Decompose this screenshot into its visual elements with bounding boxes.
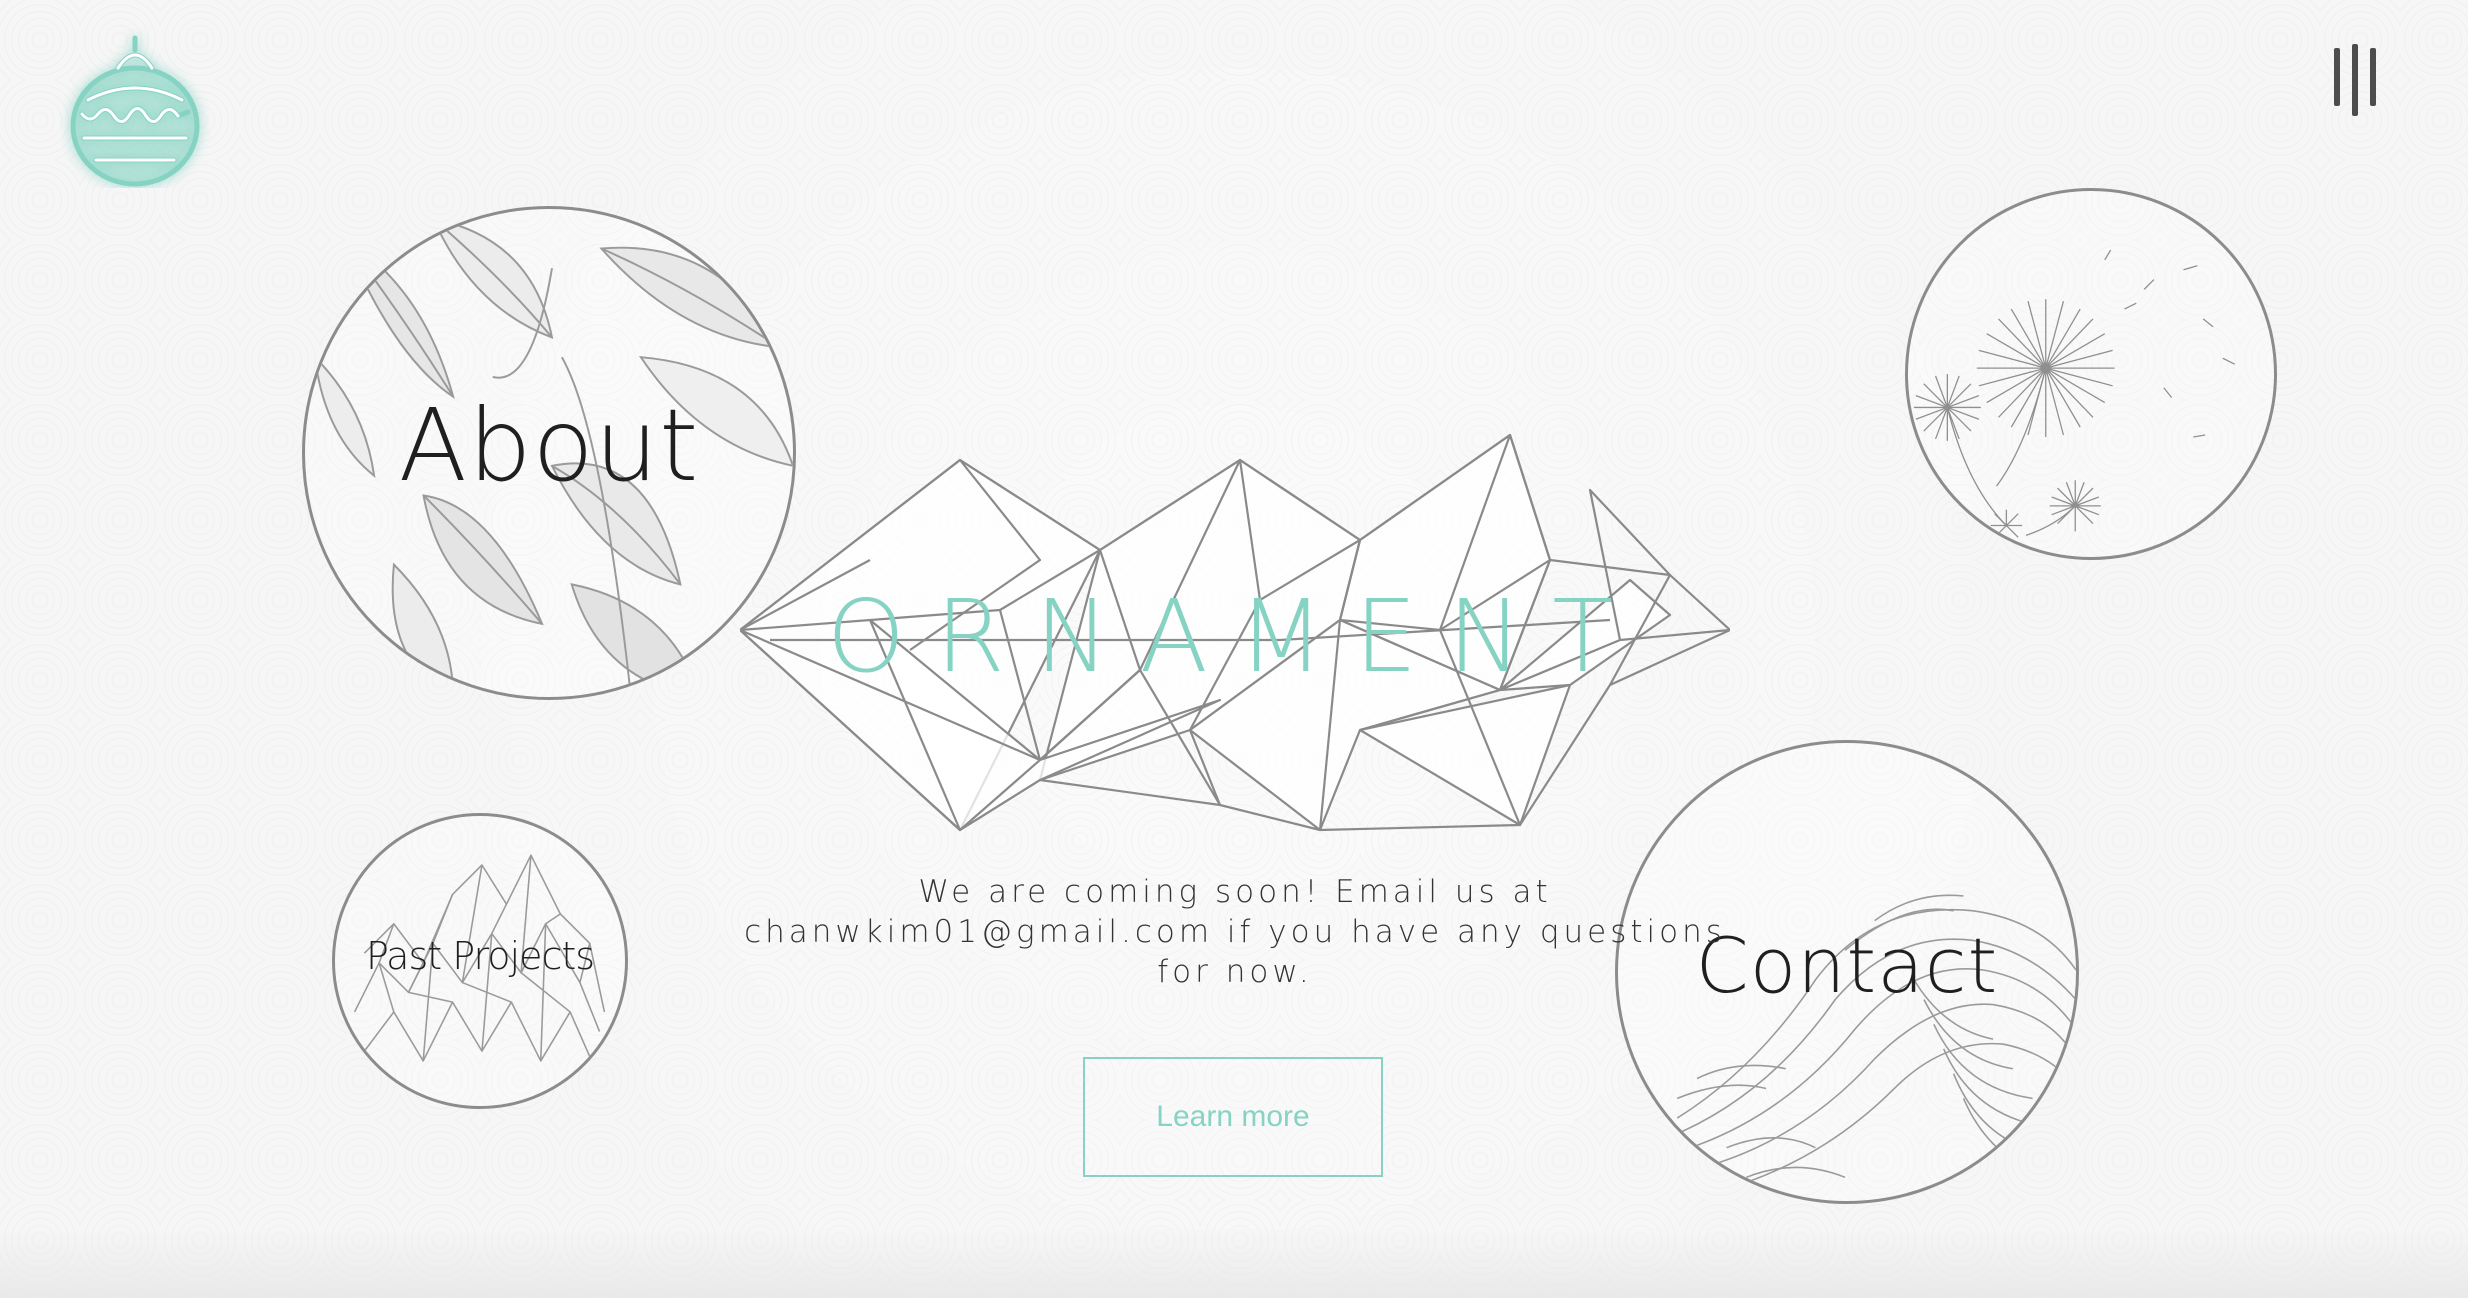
logo[interactable] <box>60 28 210 188</box>
menu-bars-icon-middle <box>2352 44 2358 116</box>
tagline-line-3: for now. <box>1157 954 1313 990</box>
tagline-line-2-rest: if you have any questions <box>1213 914 1726 950</box>
tagline-line-1: We are coming soon! Email us at <box>918 874 1552 910</box>
dandelion-circle[interactable] <box>1905 188 2277 560</box>
menu-bars-icon-right <box>2370 48 2376 106</box>
tagline: We are coming soon! Email us at chanwkim… <box>740 872 1730 992</box>
learn-more-button[interactable]: Learn more <box>1083 1057 1383 1177</box>
menu-button[interactable] <box>2328 44 2384 116</box>
past-projects-label: Past Projects <box>365 934 595 978</box>
dandelion-illustration <box>1913 249 2235 538</box>
about-circle-link[interactable]: About <box>302 206 796 700</box>
menu-bars-icon <box>2334 48 2340 106</box>
bottom-fade <box>0 1228 2468 1298</box>
cake-ornament-icon <box>70 35 200 187</box>
page: About Past Projects Contact ORNAMENT We … <box>0 0 2468 1298</box>
brand-title: ORNAMENT <box>826 578 1644 695</box>
about-label: About <box>398 387 700 504</box>
past-projects-circle-link[interactable]: Past Projects <box>332 813 628 1109</box>
tagline-line-2: chanwkim01@gmail.com if you have any que… <box>740 912 1730 952</box>
email-link[interactable]: chanwkim01@gmail.com <box>744 914 1213 950</box>
